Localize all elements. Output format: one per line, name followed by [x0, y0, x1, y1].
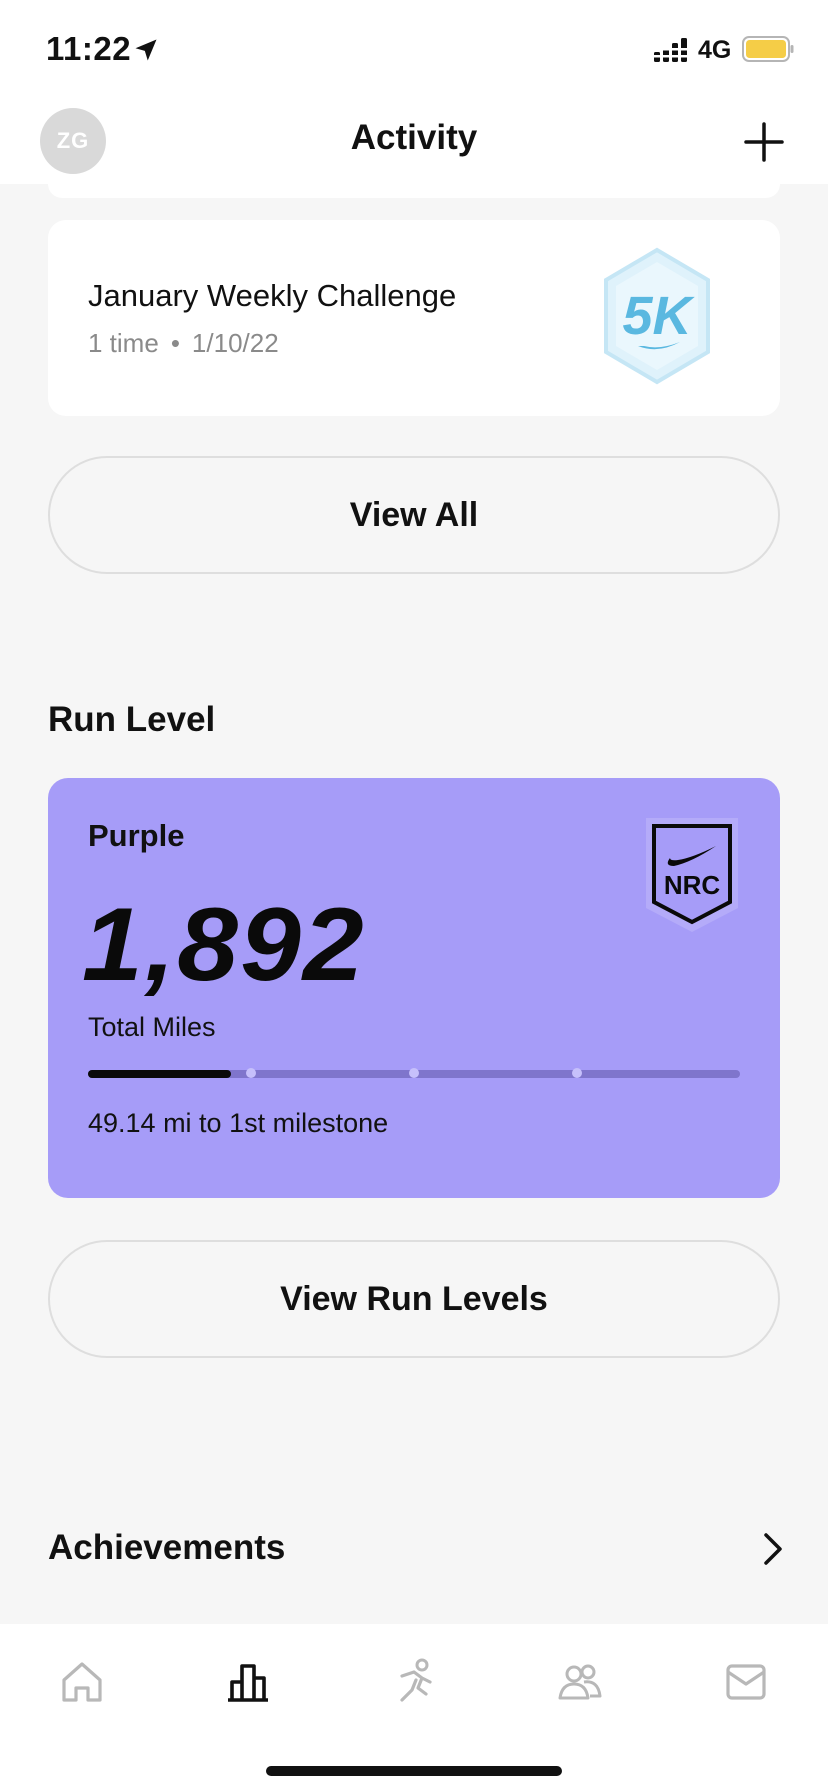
challenge-date: 1/10/22 — [191, 328, 279, 358]
people-icon — [558, 1664, 602, 1700]
home-icon — [62, 1662, 102, 1702]
tab-run[interactable] — [384, 1652, 444, 1712]
milestone-text: 49.14 mi to 1st milestone — [88, 1108, 389, 1138]
challenge-meta: 1 time • 1/10/22 — [88, 328, 279, 359]
level-progress-fill — [88, 1070, 232, 1078]
battery-icon — [742, 36, 794, 62]
previous-card-edge — [48, 184, 780, 198]
level-progress-bar — [88, 1068, 740, 1078]
page-title: Activity — [350, 118, 478, 157]
signal-icon — [654, 38, 687, 62]
location-arrow-icon — [135, 39, 157, 61]
status-bar: 11:22 4G — [0, 0, 828, 100]
inbox-icon — [726, 1664, 766, 1700]
tab-activity[interactable] — [218, 1652, 278, 1712]
badge-5k-text: 5K — [622, 286, 695, 346]
challenge-card[interactable]: January Weekly Challenge 1 time • 1/10/22 … — [48, 220, 780, 416]
challenge-title: January Weekly Challenge — [88, 278, 457, 313]
challenge-count: 1 time — [88, 328, 159, 358]
tab-inbox[interactable] — [716, 1652, 776, 1712]
app-header: ZG Activity — [0, 100, 828, 184]
total-miles-value: 1,892 — [82, 887, 366, 1003]
chevron-right-icon[interactable] — [756, 1530, 788, 1568]
home-indicator — [266, 1766, 562, 1776]
bar-chart-icon — [228, 1664, 268, 1702]
milestone-dot — [246, 1068, 256, 1078]
tab-bar — [0, 1624, 828, 1792]
milestone-dot — [572, 1068, 582, 1078]
runner-icon — [400, 1658, 432, 1702]
network-label: 4G — [698, 36, 732, 64]
nrc-badge-icon: NRC — [646, 818, 738, 932]
achievements-section-title[interactable]: Achievements — [48, 1528, 285, 1568]
status-time: 11:22 — [46, 30, 132, 67]
run-level-section-title: Run Level — [48, 700, 216, 739]
level-name: Purple — [88, 818, 185, 853]
meta-separator: • — [170, 328, 180, 358]
run-level-card[interactable]: Purple 1,892 Total Miles 49.14 mi to 1st… — [48, 778, 780, 1198]
milestone-dot — [409, 1068, 419, 1078]
badge-nrc-text: NRC — [664, 870, 721, 900]
5k-badge-icon: 5K — [604, 247, 710, 385]
view-all-button[interactable]: View All — [48, 456, 780, 574]
total-miles-label: Total Miles — [88, 1012, 216, 1042]
view-run-levels-button[interactable]: View Run Levels — [48, 1240, 780, 1358]
tab-club[interactable] — [550, 1652, 610, 1712]
tab-home[interactable] — [52, 1652, 112, 1712]
plus-icon[interactable] — [740, 118, 788, 166]
